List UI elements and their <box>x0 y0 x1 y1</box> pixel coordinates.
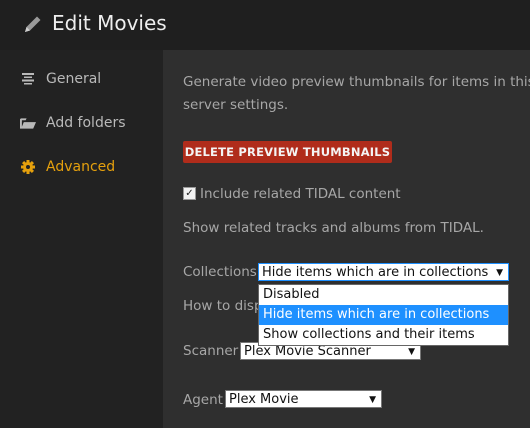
folder-icon <box>20 115 36 131</box>
tidal-checkbox[interactable]: ✓ <box>183 187 196 200</box>
sidebar-item-advanced[interactable]: Advanced <box>20 155 115 179</box>
collections-option-disabled[interactable]: Disabled <box>259 285 508 305</box>
sidebar-item-label: Add folders <box>46 115 126 131</box>
agent-select[interactable]: Plex Movie ▼ <box>225 390 382 408</box>
gear-icon <box>20 159 36 175</box>
tidal-description: Show related tracks and albums from TIDA… <box>183 220 484 236</box>
preview-description-line2: server settings. <box>183 97 289 113</box>
scanner-label: Scanner <box>183 343 239 359</box>
tidal-checkbox-label: Include related TIDAL content <box>200 186 401 202</box>
sidebar-item-general[interactable]: General <box>20 67 101 91</box>
list-icon <box>20 71 36 87</box>
collections-label: Collections <box>183 264 257 280</box>
collections-select[interactable]: Hide items which are in collections ▼ <box>258 263 509 281</box>
settings-panel: Generate video preview thumbnails for it… <box>163 50 530 428</box>
preview-description-line1: Generate video preview thumbnails for it… <box>183 74 530 90</box>
sidebar-item-label: Advanced <box>46 159 116 175</box>
scanner-select-value: Plex Movie Scanner <box>244 344 371 359</box>
agent-select-value: Plex Movie <box>229 392 299 407</box>
collections-option-show-collections[interactable]: Show collections and their items <box>259 325 508 345</box>
sidebar-item-label: General <box>46 71 102 87</box>
collections-option-hide-items[interactable]: Hide items which are in collections <box>259 305 508 325</box>
collections-select-value: Hide items which are in collections <box>262 265 489 280</box>
chevron-down-icon: ▼ <box>496 268 503 278</box>
dialog-header: Edit Movies <box>0 0 530 50</box>
dialog-title: Edit Movies <box>52 11 167 35</box>
chevron-down-icon: ▼ <box>369 395 376 405</box>
delete-preview-thumbnails-button[interactable]: DELETE PREVIEW THUMBNAILS <box>183 141 392 163</box>
agent-label: Agent <box>183 392 223 408</box>
sidebar: General Add folders Advanced <box>0 50 163 428</box>
collections-dropdown-list: Disabled Hide items which are in collect… <box>258 284 509 346</box>
how-to-display-label: How to disp <box>183 298 263 314</box>
pencil-icon <box>25 16 41 32</box>
sidebar-item-add-folders[interactable]: Add folders <box>20 111 126 135</box>
